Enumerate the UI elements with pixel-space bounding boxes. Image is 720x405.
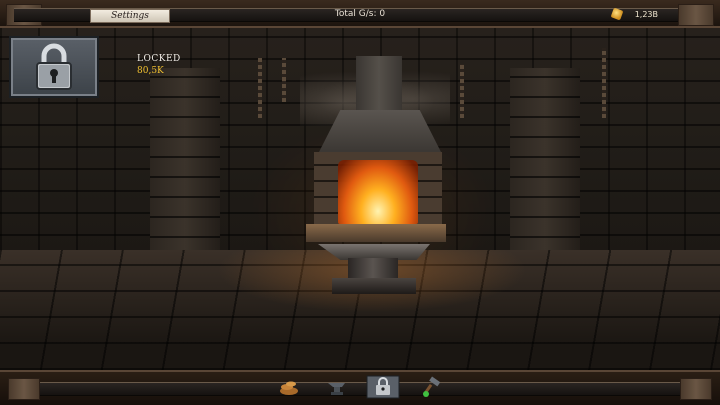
hanging-chain	[282, 58, 286, 102]
locked-upgrade-slot[interactable]	[9, 36, 99, 98]
hanging-chain	[258, 58, 262, 118]
padlock-icon	[36, 43, 72, 90]
forge-tab[interactable]	[277, 375, 301, 399]
stone-pillar-left	[150, 68, 220, 258]
stone-pillar-right	[510, 68, 580, 258]
forge-scene	[0, 28, 720, 370]
frame-corner-ornament	[8, 378, 40, 400]
forge-hearth	[306, 224, 446, 242]
hammer-icon	[422, 376, 441, 397]
anvil-icon	[328, 383, 345, 395]
anvil-tab[interactable]	[325, 375, 349, 399]
slot-status-label: LOCKED	[137, 54, 181, 64]
bread-pile-icon	[280, 381, 298, 395]
lock-tab[interactable]	[366, 375, 400, 399]
anvil-body	[348, 258, 398, 280]
hanging-chain	[602, 48, 606, 118]
top-bar: Settings Total G/s: 0 1,23B	[0, 0, 720, 28]
bottom-bar	[0, 370, 720, 405]
currency-amount: 1,23B	[634, 10, 658, 19]
anvil-base	[332, 278, 416, 294]
bottom-rail	[40, 382, 680, 396]
tools-tab[interactable]	[420, 375, 444, 399]
hanging-chain	[460, 64, 464, 118]
slot-unlock-cost: 80,5K	[137, 66, 164, 76]
frame-corner-ornament	[680, 378, 712, 400]
forge-fire	[338, 160, 418, 224]
padlock-icon	[366, 375, 400, 399]
forge-chimney	[356, 56, 402, 112]
